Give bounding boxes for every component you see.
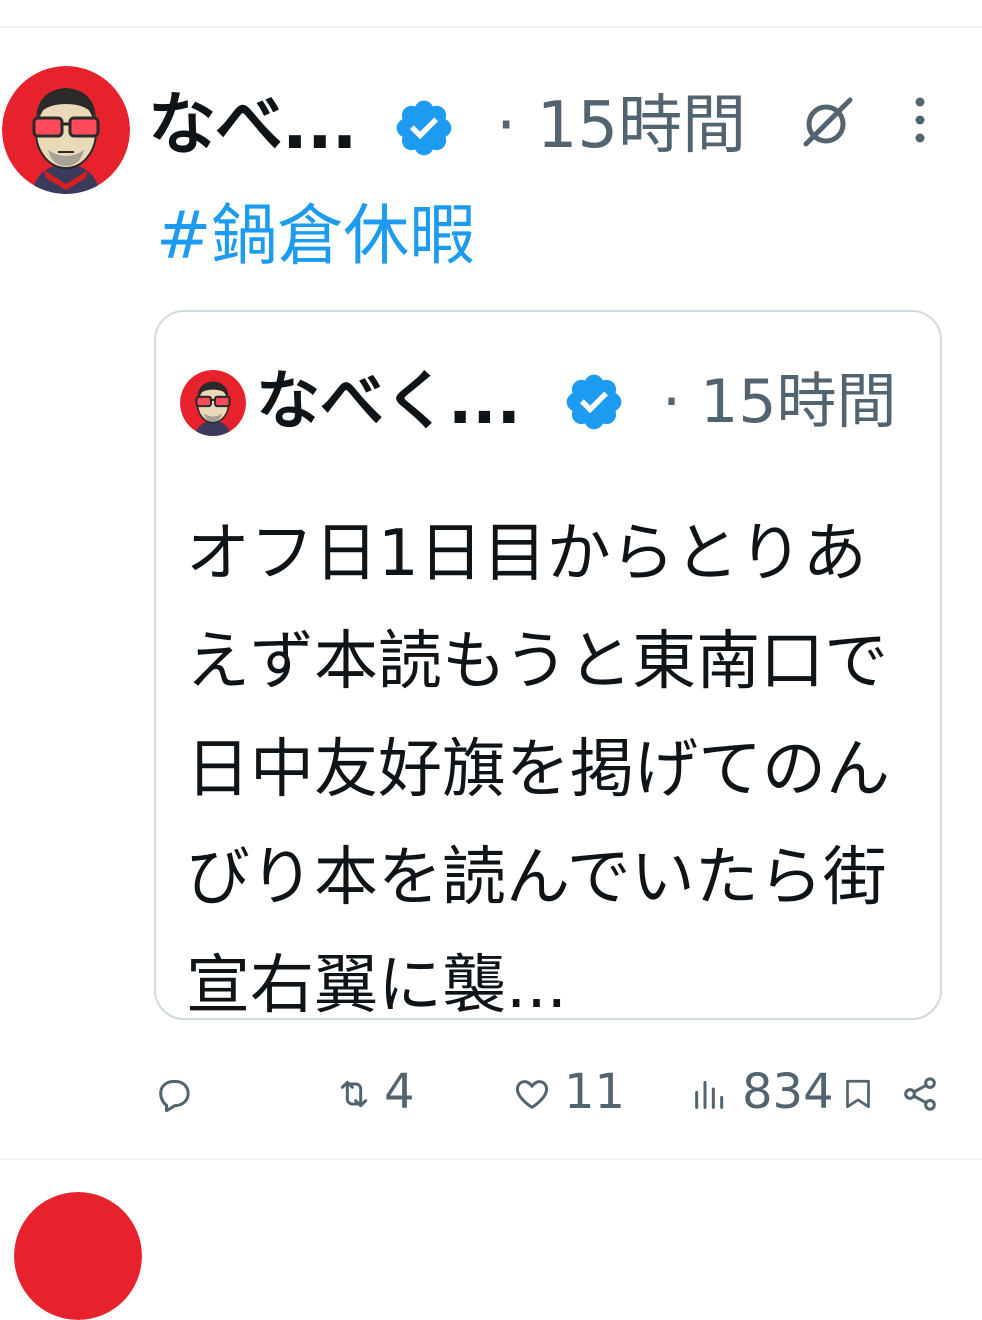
hashtag-link[interactable]: #鍋倉休暇 — [156, 196, 475, 276]
top-divider — [0, 26, 982, 28]
share-icon — [904, 1077, 936, 1111]
like-count: 11 — [564, 1064, 626, 1120]
share-button[interactable] — [900, 1056, 944, 1128]
reply-button[interactable] — [154, 1056, 214, 1128]
views-button[interactable]: 834 — [690, 1056, 850, 1128]
quoted-tweet-timestamp: · 15時間 — [662, 367, 897, 437]
retweet-count: 4 — [384, 1064, 415, 1120]
tweet-actions: 4 11 834 — [0, 1056, 982, 1128]
next-tweet-avatar[interactable] — [14, 1192, 142, 1320]
quoted-author-name: なべく... — [256, 365, 521, 439]
verified-badge-icon — [562, 370, 626, 434]
retweet-icon — [340, 1080, 368, 1108]
reply-icon — [159, 1080, 190, 1113]
tweet-timestamp[interactable]: · 15時間 — [496, 86, 746, 166]
views-icon — [695, 1080, 724, 1109]
more-vertical-icon[interactable] — [900, 94, 940, 150]
tweet-header: なべ... · 15時間 — [148, 80, 968, 170]
quoted-tweet-card[interactable]: なべく... · 15時間 オフ日1日目からとりあえず本読もうと東南口で日中友好… — [154, 310, 942, 1023]
author-name[interactable]: なべ... — [148, 86, 357, 166]
bookmark-icon — [846, 1079, 870, 1109]
like-button[interactable]: 11 — [512, 1056, 626, 1128]
grok-icon[interactable] — [800, 94, 856, 150]
retweet-button[interactable]: 4 — [334, 1056, 434, 1128]
bookmark-button[interactable] — [840, 1056, 880, 1128]
verified-badge-icon — [392, 96, 456, 160]
views-count: 834 — [742, 1064, 834, 1120]
like-icon — [515, 1080, 549, 1109]
quoted-tweet-text: オフ日1日目からとりあえず本読もうと東南口で日中友好旗を掲げてのんびり本を読んで… — [186, 517, 890, 1023]
quoted-author-avatar — [180, 370, 246, 436]
bottom-divider — [0, 1158, 982, 1160]
author-avatar[interactable] — [2, 66, 130, 194]
